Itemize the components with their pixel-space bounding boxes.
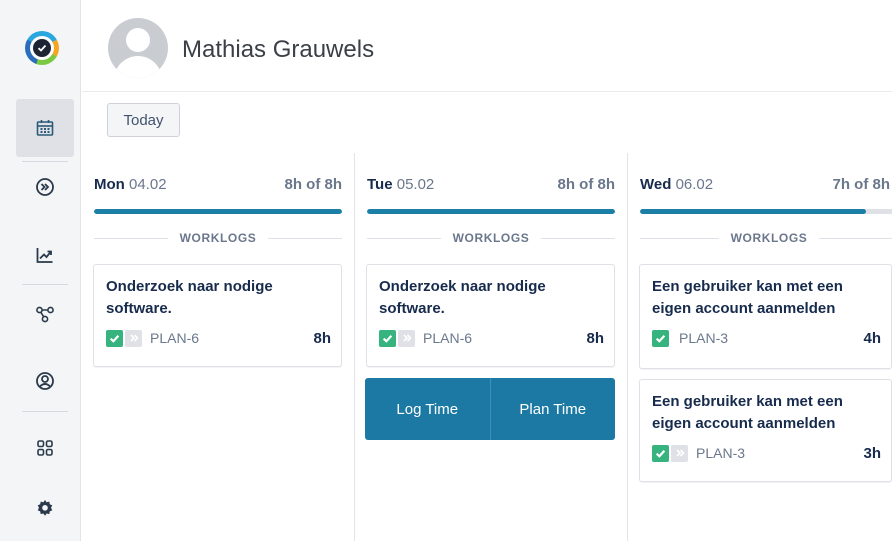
- worklog-card[interactable]: Een gebruiker kan met een eigen account …: [639, 264, 892, 369]
- checkmark-icon: [106, 329, 123, 347]
- worklogs-divider: WORKLOGS: [640, 231, 892, 245]
- workflow-icon: [36, 306, 54, 323]
- chevrons-icon: [125, 329, 142, 347]
- sidebar: [0, 0, 81, 541]
- day-column-tue[interactable]: Tue 05.02 8h of 8h WORKLOGS Onderzoek na…: [355, 153, 628, 541]
- grid-icon: [37, 440, 53, 456]
- worklog-card[interactable]: Onderzoek naar nodige software. PLAN-6 8…: [366, 264, 615, 367]
- sidebar-item-reports[interactable]: [16, 226, 74, 284]
- day-progress-bar: [640, 209, 892, 214]
- worklogs-divider: WORKLOGS: [367, 231, 616, 245]
- forward-circle-icon: [36, 178, 54, 196]
- worklog-hours: 8h: [313, 329, 331, 347]
- worklog-title: Onderzoek naar nodige software.: [379, 278, 546, 317]
- page-header: Mathias Grauwels: [82, 0, 892, 92]
- today-button[interactable]: Today: [107, 103, 180, 137]
- day-progress-bar: [94, 209, 342, 214]
- chevrons-icon: [398, 329, 415, 347]
- day-column-mon[interactable]: Mon 04.02 8h of 8h WORKLOGS Onderzoek na…: [82, 153, 355, 541]
- day-name: Mon: [94, 176, 125, 193]
- checkmark-icon: [652, 329, 669, 347]
- worklog-card[interactable]: Een gebruiker kan met een eigen account …: [639, 379, 892, 482]
- sidebar-item-calendar[interactable]: [16, 99, 74, 157]
- app-logo[interactable]: [25, 31, 59, 65]
- worklog-title: Een gebruiker kan met een eigen account …: [652, 278, 843, 317]
- day-date: 05.02: [396, 176, 435, 193]
- log-time-button[interactable]: Log Time: [365, 378, 490, 440]
- worklog-hours: 8h: [586, 329, 604, 347]
- sidebar-item-workflow[interactable]: [16, 285, 74, 343]
- worklogs-label: WORKLOGS: [452, 231, 530, 245]
- worklog-card[interactable]: Onderzoek naar nodige software. PLAN-6 8…: [93, 264, 342, 367]
- issue-key[interactable]: PLAN-3: [679, 330, 863, 346]
- day-name: Wed: [640, 176, 672, 193]
- time-actions: Log Time Plan Time: [365, 378, 615, 440]
- worklogs-label: WORKLOGS: [179, 231, 257, 245]
- day-progress-bar: [367, 209, 615, 214]
- worklogs-label: WORKLOGS: [730, 231, 808, 245]
- plan-time-button[interactable]: Plan Time: [489, 378, 615, 440]
- worklog-title: Onderzoek naar nodige software.: [106, 278, 273, 317]
- chart-icon: [36, 248, 53, 263]
- day-hours: 8h of 8h: [284, 176, 342, 193]
- day-hours: 8h of 8h: [557, 176, 615, 193]
- day-columns: Mon 04.02 8h of 8h WORKLOGS Onderzoek na…: [82, 153, 892, 541]
- issue-key[interactable]: PLAN-3: [696, 445, 863, 461]
- calendar-icon: [36, 120, 54, 136]
- worklog-hours: 4h: [863, 329, 881, 347]
- day-hours: 7h of 8h: [832, 176, 890, 193]
- sidebar-item-forward[interactable]: [16, 158, 74, 216]
- day-date: 04.02: [129, 176, 167, 193]
- worklogs-divider: WORKLOGS: [94, 231, 343, 245]
- sidebar-item-apps[interactable]: [16, 419, 74, 477]
- issue-key[interactable]: PLAN-6: [423, 330, 586, 346]
- chevrons-icon: [671, 444, 688, 462]
- day-header: Wed 06.02 7h of 8h: [640, 176, 890, 193]
- day-name: Tue: [367, 176, 393, 193]
- avatar[interactable]: [108, 18, 168, 78]
- worklog-title: Een gebruiker kan met een eigen account …: [652, 393, 843, 432]
- sidebar-item-settings[interactable]: [16, 479, 74, 537]
- checkmark-icon: [652, 444, 669, 462]
- day-header: Mon 04.02 8h of 8h: [94, 176, 342, 193]
- issue-key[interactable]: PLAN-6: [150, 330, 313, 346]
- worklog-hours: 3h: [863, 444, 881, 462]
- day-header: Tue 05.02 8h of 8h: [367, 176, 615, 193]
- user-circle-icon: [36, 372, 54, 390]
- sidebar-item-account[interactable]: [16, 352, 74, 410]
- user-name: Mathias Grauwels: [182, 36, 375, 63]
- gear-icon: [37, 500, 53, 516]
- day-date: 06.02: [675, 176, 714, 193]
- toolbar: Today: [82, 93, 892, 153]
- checkmark-icon: [379, 329, 396, 347]
- day-column-wed[interactable]: Wed 06.02 7h of 8h WORKLOGS Een gebruike…: [628, 153, 892, 541]
